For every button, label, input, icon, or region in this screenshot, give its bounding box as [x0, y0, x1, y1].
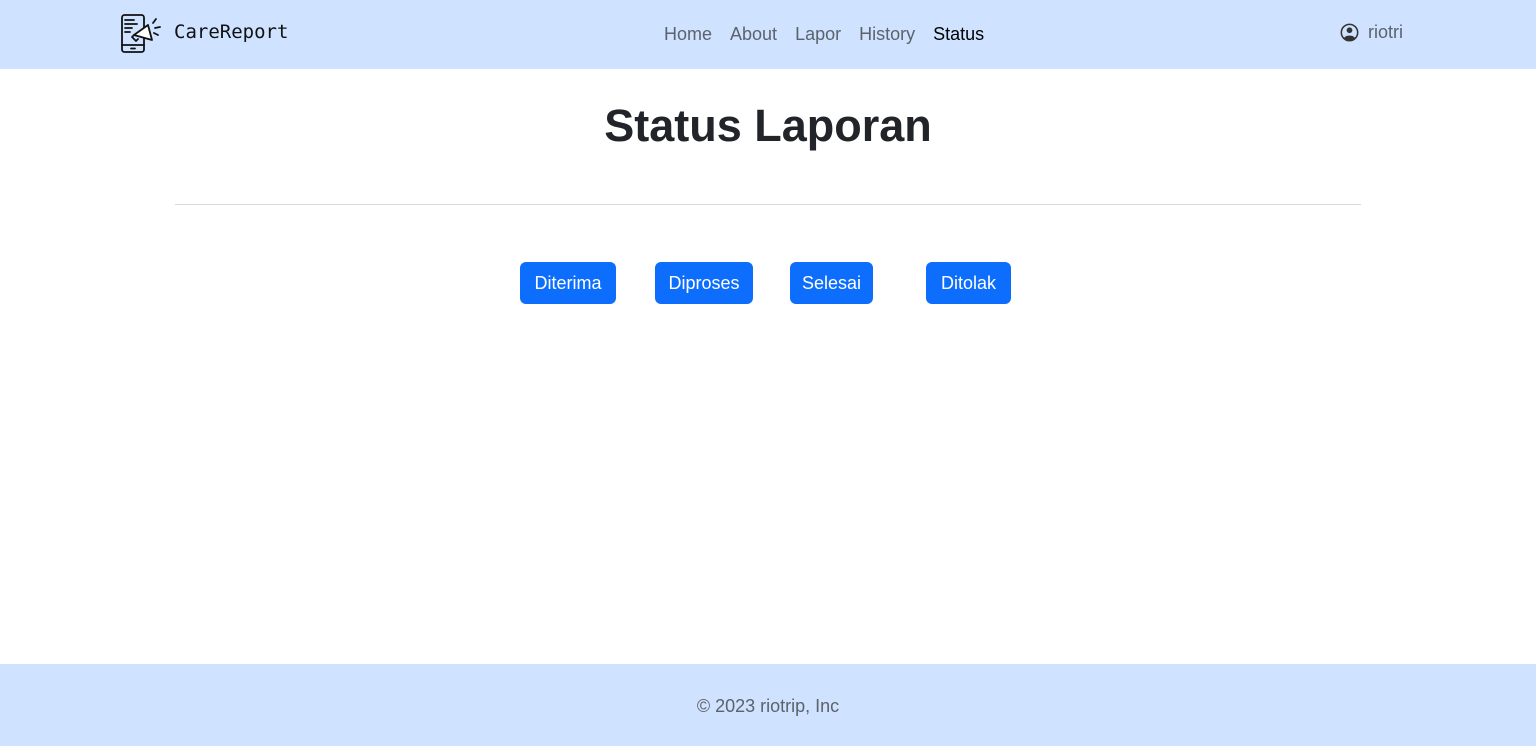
user-name: riotri: [1368, 22, 1403, 42]
page-title: Status Laporan: [604, 100, 932, 151]
user-circle-icon: [1340, 23, 1359, 42]
nav-history[interactable]: History: [859, 22, 915, 46]
status-button-diproses[interactable]: Diproses: [655, 262, 753, 304]
user-menu[interactable]: riotri: [1340, 22, 1403, 43]
main-nav: Home About Lapor History Status: [664, 22, 1002, 46]
footer: © 2023 riotrip, Inc: [0, 664, 1536, 746]
status-button-selesai[interactable]: Selesai: [790, 262, 873, 304]
footer-copyright: © 2023 riotrip, Inc: [696, 696, 840, 716]
nav-home[interactable]: Home: [664, 22, 712, 46]
megaphone-phone-icon: [121, 14, 161, 53]
nav-status[interactable]: Status: [933, 22, 984, 46]
nav-about[interactable]: About: [730, 22, 777, 46]
brand-link[interactable]: CareReport: [120, 13, 288, 55]
status-button-diterima[interactable]: Diterima: [520, 262, 616, 304]
top-navbar: CareReport Home About Lapor History Stat…: [0, 0, 1536, 69]
nav-lapor[interactable]: Lapor: [795, 22, 841, 46]
brand-name: CareReport: [174, 21, 289, 43]
divider: [175, 204, 1361, 205]
status-button-ditolak[interactable]: Ditolak: [926, 262, 1011, 304]
